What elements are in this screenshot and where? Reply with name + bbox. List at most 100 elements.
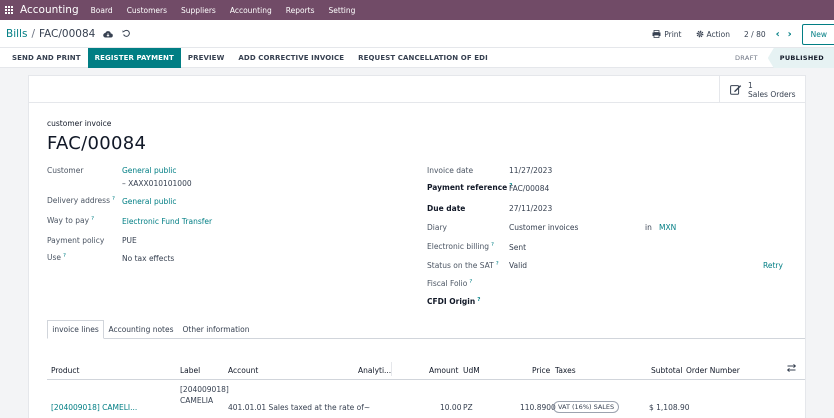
column-product[interactable]: Product <box>51 366 79 375</box>
column-account[interactable]: Account <box>228 366 258 375</box>
app-brand[interactable]: Accounting <box>20 4 79 16</box>
help-icon[interactable]: ? <box>63 253 66 259</box>
print-icon <box>652 30 661 38</box>
diary-in-text: in <box>645 223 652 232</box>
control-panel: Bills / FAC/00084 Print Action 2 / 80 ‹ … <box>0 20 834 48</box>
line-subtotal: $ 1,108.90 <box>649 403 690 412</box>
help-icon[interactable]: ? <box>112 196 115 202</box>
diary-label: Diary <box>427 223 447 232</box>
tax-badge[interactable]: VAT (16%) SALES <box>553 401 620 413</box>
breadcrumb-separator: / <box>31 27 35 40</box>
column-label[interactable]: Label <box>180 366 200 375</box>
currency-field[interactable]: MXN <box>659 223 676 232</box>
sales-orders-count: 1 <box>748 80 753 90</box>
help-icon[interactable]: ? <box>491 242 494 248</box>
column-subtotal[interactable]: Subtotal <box>651 366 682 375</box>
line-label-name[interactable]: CAMELIA <box>180 396 213 405</box>
invoice-date-field[interactable]: 11/27/2023 <box>509 166 552 175</box>
print-label: Print <box>664 29 682 39</box>
help-icon[interactable]: ? <box>477 297 480 303</box>
due-date-field[interactable]: 27/11/2023 <box>509 204 552 213</box>
column-order-number[interactable]: Order Number <box>686 366 740 375</box>
due-date-label: Due date <box>427 204 466 213</box>
invoice-date-label: Invoice date <box>427 166 474 175</box>
state-draft[interactable]: DRAFT <box>725 48 768 68</box>
use-field[interactable]: No tax effects <box>122 254 174 263</box>
request-cancellation-edi-button[interactable]: REQUEST CANCELLATION OF EDI <box>351 48 495 68</box>
breadcrumb-record: FAC/00084 <box>38 27 96 40</box>
register-payment-button[interactable]: REGISTER PAYMENT <box>87 47 181 68</box>
help-icon[interactable]: ? <box>469 279 472 285</box>
customer-label: Customer <box>47 166 84 175</box>
new-button[interactable]: New <box>801 23 834 45</box>
form-sheet: 1 Sales Orders customer invoice FAC/0008… <box>28 75 806 418</box>
print-button[interactable]: Print <box>652 29 682 39</box>
help-icon[interactable]: ? <box>91 216 94 222</box>
column-udm[interactable]: UdM <box>463 366 480 375</box>
help-icon[interactable]: ? <box>496 261 499 267</box>
way-to-pay-field[interactable]: Electronic Fund Transfer <box>122 217 212 226</box>
pager-previous-icon[interactable]: ‹ <box>772 29 784 40</box>
payment-reference-label: Payment reference? <box>427 183 513 192</box>
retry-button[interactable]: Retry <box>763 261 783 270</box>
payment-reference-field[interactable]: FAC/00084 <box>509 184 549 193</box>
cfdi-origin-label: CFDI Origin? <box>427 297 481 306</box>
tab-other-information[interactable]: Other information <box>178 320 254 339</box>
line-product[interactable]: [204009018] CAMELI... <box>51 403 137 412</box>
column-price[interactable]: Price <box>532 366 550 375</box>
cloud-save-icon[interactable] <box>103 29 114 39</box>
diary-field[interactable]: Customer invoices <box>509 223 578 232</box>
fiscal-folio-label: Fiscal Folio? <box>427 279 473 288</box>
menu-board[interactable]: Board <box>91 6 113 15</box>
delivery-address-label: Delivery address? <box>47 196 115 205</box>
delivery-address-field[interactable]: General public <box>122 197 177 206</box>
document-type: customer invoice <box>47 119 112 128</box>
breadcrumb-bills[interactable]: Bills <box>6 28 27 40</box>
notebook-tabs: invoice lines Accounting notes Other inf… <box>47 320 805 339</box>
menu-suppliers[interactable]: Suppliers <box>181 6 216 15</box>
table-header-divider <box>47 379 805 380</box>
line-price[interactable]: 110.8900 <box>520 403 556 412</box>
menu-setting[interactable]: Setting <box>329 6 356 15</box>
apps-menu-icon[interactable] <box>0 0 18 20</box>
send-and-print-button[interactable]: SEND AND PRINT <box>0 48 88 68</box>
pager-next-icon[interactable]: › <box>784 29 796 40</box>
gear-icon <box>696 30 703 38</box>
column-taxes[interactable]: Taxes <box>555 366 576 375</box>
sales-orders-smart-button[interactable]: 1 Sales Orders <box>719 76 805 103</box>
sales-orders-label: Sales Orders <box>748 89 796 99</box>
document-name: FAC/00084 <box>47 133 147 154</box>
use-label: Use? <box>47 253 66 262</box>
state-published[interactable]: PUBLISHED <box>767 48 834 68</box>
line-label-code[interactable]: [204009018] <box>180 385 229 394</box>
tab-accounting-notes[interactable]: Accounting notes <box>105 320 177 339</box>
menu-accounting[interactable]: Accounting <box>230 6 272 15</box>
breadcrumb: Bills / FAC/00084 <box>6 28 131 40</box>
sat-status-label: Status on the SAT? <box>427 261 499 270</box>
menu-reports[interactable]: Reports <box>286 6 315 15</box>
button-box: 1 Sales Orders <box>29 76 805 103</box>
preview-button[interactable]: PREVIEW <box>181 48 232 68</box>
way-to-pay-label: Way to pay? <box>47 216 94 225</box>
column-analytic[interactable]: Analyti... <box>358 366 391 375</box>
tab-invoice-lines[interactable]: invoice lines <box>47 320 104 339</box>
customer-vat: – XAXX010101000 <box>122 179 192 188</box>
menu-customers[interactable]: Customers <box>127 6 167 15</box>
line-account[interactable]: 401.01.01 Sales taxed at the rate of~ <box>228 403 370 412</box>
discard-icon[interactable] <box>121 29 131 39</box>
add-corrective-invoice-button[interactable]: ADD CORRECTIVE INVOICE <box>231 48 351 68</box>
line-amount[interactable]: 10.00 <box>440 403 461 412</box>
status-bar: SEND AND PRINT REGISTER PAYMENT PREVIEW … <box>0 47 834 68</box>
payment-policy-label: Payment policy <box>47 236 105 245</box>
optional-columns-toggle-icon[interactable] <box>786 364 797 374</box>
electronic-billing-label: Electronic billing? <box>427 242 494 251</box>
action-label: Action <box>706 29 731 39</box>
column-resize-handle[interactable] <box>391 362 392 376</box>
electronic-billing-field: Sent <box>509 243 527 252</box>
payment-policy-field[interactable]: PUE <box>122 236 137 245</box>
line-udm[interactable]: PZ <box>463 403 473 412</box>
column-amount[interactable]: Amount <box>429 366 458 375</box>
customer-field[interactable]: General public <box>122 166 177 175</box>
action-button[interactable]: Action <box>696 29 731 39</box>
pager-value[interactable]: 2 / 80 <box>744 30 766 39</box>
